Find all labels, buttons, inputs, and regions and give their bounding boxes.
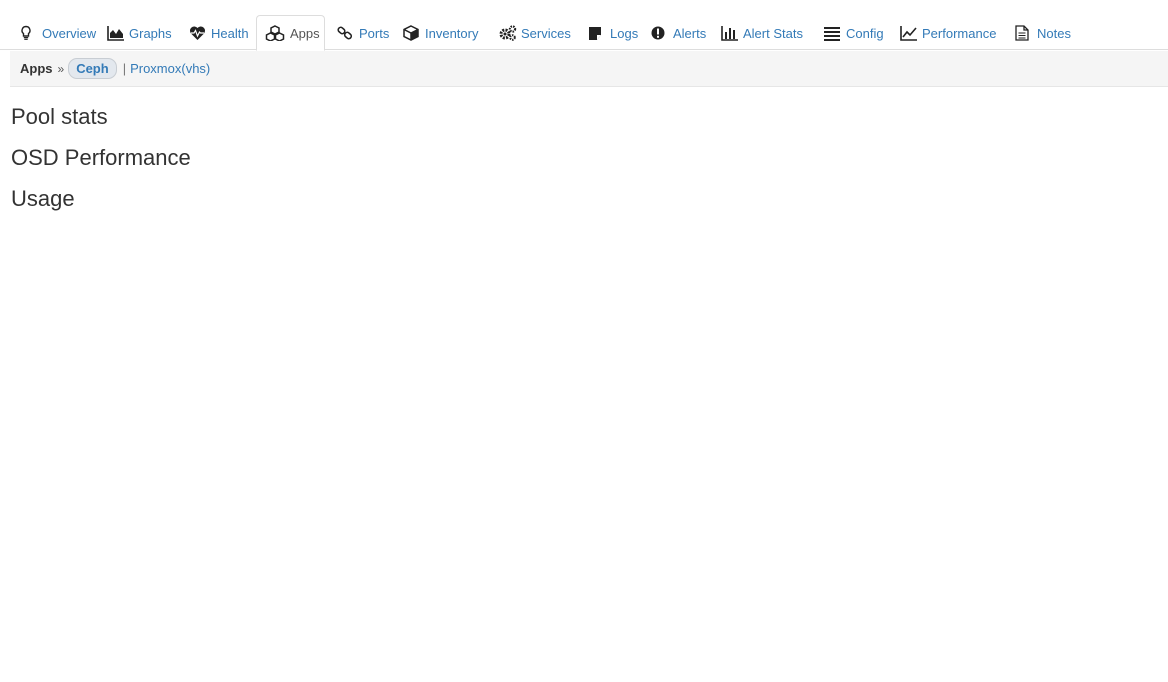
tab-label: Logs bbox=[610, 25, 639, 41]
tab-label: Health bbox=[211, 25, 249, 41]
line-chart-icon bbox=[900, 25, 918, 41]
device-tab-bar: Overview Graphs Health Apps Ports Invent… bbox=[0, 0, 1168, 51]
section-title-usage: Usage bbox=[11, 186, 75, 211]
tab-alerts[interactable]: Alerts bbox=[651, 15, 706, 51]
tab-performance[interactable]: Performance bbox=[900, 15, 996, 51]
section-title-pool-stats: Pool stats bbox=[11, 104, 108, 129]
exclamation-circle-icon bbox=[651, 25, 669, 41]
tab-overview[interactable]: Overview bbox=[20, 15, 96, 51]
tab-label: Apps bbox=[290, 25, 320, 41]
tab-logs[interactable]: Logs bbox=[588, 15, 638, 51]
align-justify-icon bbox=[824, 25, 842, 41]
breadcrumb-separator: » bbox=[57, 61, 65, 76]
app-pill-ceph[interactable]: Ceph bbox=[68, 58, 117, 79]
tab-label: Overview bbox=[42, 25, 97, 41]
tab-label: Config bbox=[846, 25, 884, 41]
tab-label: Graphs bbox=[129, 25, 172, 41]
tab-notes[interactable]: Notes bbox=[1015, 15, 1071, 51]
tab-label: Inventory bbox=[425, 25, 479, 41]
sticky-note-icon bbox=[588, 25, 606, 41]
breadcrumb: Apps » Ceph | Proxmox(vhs) bbox=[10, 51, 1168, 87]
breadcrumb-pipe: | bbox=[122, 61, 127, 76]
cogs-icon bbox=[499, 25, 517, 41]
tab-inventory[interactable]: Inventory bbox=[403, 15, 478, 51]
tab-health[interactable]: Health bbox=[189, 15, 249, 51]
tab-alert-stats[interactable]: Alert Stats bbox=[721, 15, 803, 51]
area-chart-icon bbox=[107, 25, 125, 41]
cubes-icon bbox=[265, 25, 286, 41]
tab-apps[interactable]: Apps bbox=[256, 15, 325, 51]
tab-config[interactable]: Config bbox=[824, 15, 884, 51]
tab-services[interactable]: Services bbox=[499, 15, 571, 51]
tab-ports[interactable]: Ports bbox=[337, 15, 389, 51]
cube-icon bbox=[403, 25, 421, 41]
section-title-osd-performance: OSD Performance bbox=[11, 145, 191, 170]
tab-label: Alert Stats bbox=[743, 25, 803, 41]
file-text-icon bbox=[1015, 25, 1033, 41]
tab-graphs[interactable]: Graphs bbox=[107, 15, 172, 51]
link-icon bbox=[337, 25, 355, 41]
tab-label: Ports bbox=[359, 25, 390, 41]
lightbulb-icon bbox=[20, 25, 38, 41]
breadcrumb-root: Apps bbox=[20, 61, 53, 76]
heartbeat-icon bbox=[189, 25, 207, 41]
bar-chart-icon bbox=[721, 25, 739, 41]
app-link-proxmox[interactable]: Proxmox(vhs) bbox=[130, 61, 210, 76]
tab-label: Performance bbox=[922, 25, 997, 41]
tab-label: Notes bbox=[1037, 25, 1071, 41]
tab-label: Alerts bbox=[673, 25, 707, 41]
tab-label: Services bbox=[521, 25, 571, 41]
